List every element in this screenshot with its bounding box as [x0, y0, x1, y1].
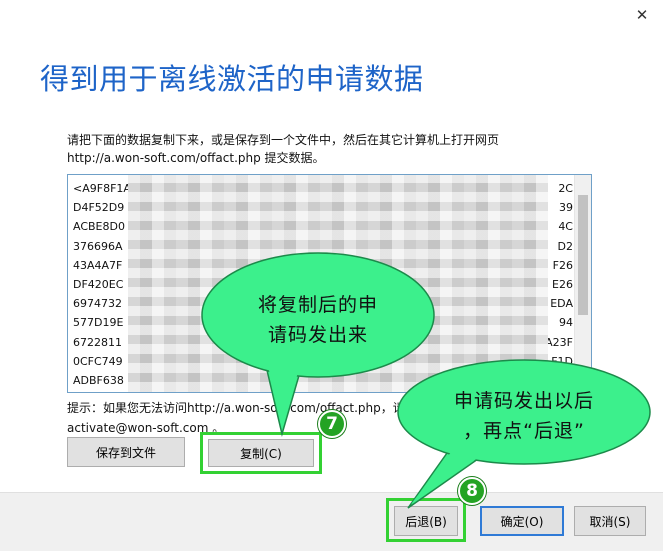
request-data-line-start: 43A4A7F — [73, 258, 123, 272]
request-data-line-start: 6722811 — [73, 335, 122, 349]
request-data-line-end: EDA — [550, 297, 573, 311]
request-data-line-start: DF420EC — [73, 277, 124, 291]
callout-1-line-1: 将复制后的申 — [257, 294, 378, 316]
request-data-line-end: A23F — [545, 335, 573, 349]
request-data-textarea[interactable]: <A9F8F1A 2C D4F52D9 39 ACBE8D0 4C 376696A D2 43A… — [67, 174, 592, 393]
page-title: 得到用于离线激活的申请数据 — [40, 62, 424, 96]
request-data-line-start: ADBF638 — [73, 373, 124, 387]
request-data-line-end: 2C — [558, 182, 573, 195]
ok-button[interactable]: 确定(O) — [480, 506, 564, 536]
vertical-scrollbar[interactable] — [574, 175, 591, 392]
request-data-line-end: E26 — [552, 277, 573, 291]
request-data-line-start: <A9F8F1A — [73, 182, 131, 195]
instruction-line-2: http://a.won-soft.com/offact.php 提交数据。 — [67, 151, 325, 165]
request-data-line-end: 39 — [559, 201, 573, 215]
request-data-line-start: 577D19E — [73, 316, 124, 330]
request-data-line-start: D4F52D9 — [73, 201, 125, 215]
request-data-line-end: D2 — [557, 239, 573, 253]
request-data-line-start: ACBE8D0 — [73, 220, 125, 234]
callout-text-1: 将复制后的申 请码发出来 — [228, 290, 408, 350]
request-data-line-end: F1D — [551, 354, 573, 368]
close-icon[interactable]: ✕ — [629, 4, 655, 26]
request-data-line-start: 0CFC749 — [73, 354, 123, 368]
save-to-file-button[interactable]: 保存到文件 — [67, 437, 185, 467]
copy-button-highlight — [200, 432, 322, 474]
callout-text-2: 申请码发出以后 ，再点“后退” — [410, 386, 638, 446]
scrollbar-thumb[interactable] — [578, 195, 588, 315]
callout-1-line-2: 请码发出来 — [267, 324, 368, 346]
step-8-badge: 8 — [458, 477, 486, 505]
instruction-line-1: 请把下面的数据复制下来，或是保存到一个文件中，然后在其它计算机上打开网页 — [67, 133, 500, 147]
request-data-line-start: 6974732 — [73, 297, 122, 311]
cancel-button[interactable]: 取消(S) — [574, 506, 646, 536]
instruction-text: 请把下面的数据复制下来，或是保存到一个文件中，然后在其它计算机上打开网页 htt… — [67, 131, 627, 167]
request-data-line-end: F26 — [552, 258, 573, 272]
callout-2-line-1: 申请码发出以后 — [453, 390, 594, 412]
redaction-blur-overlay — [128, 175, 548, 392]
request-data-line-start: 376696A — [73, 239, 123, 253]
request-data-line-end: 94 — [559, 316, 573, 330]
callout-2-line-2: ，再点“后退” — [463, 420, 585, 442]
step-7-badge: 7 — [318, 410, 346, 438]
request-data-line-end: 4C — [558, 220, 573, 234]
back-button-highlight — [386, 498, 466, 542]
